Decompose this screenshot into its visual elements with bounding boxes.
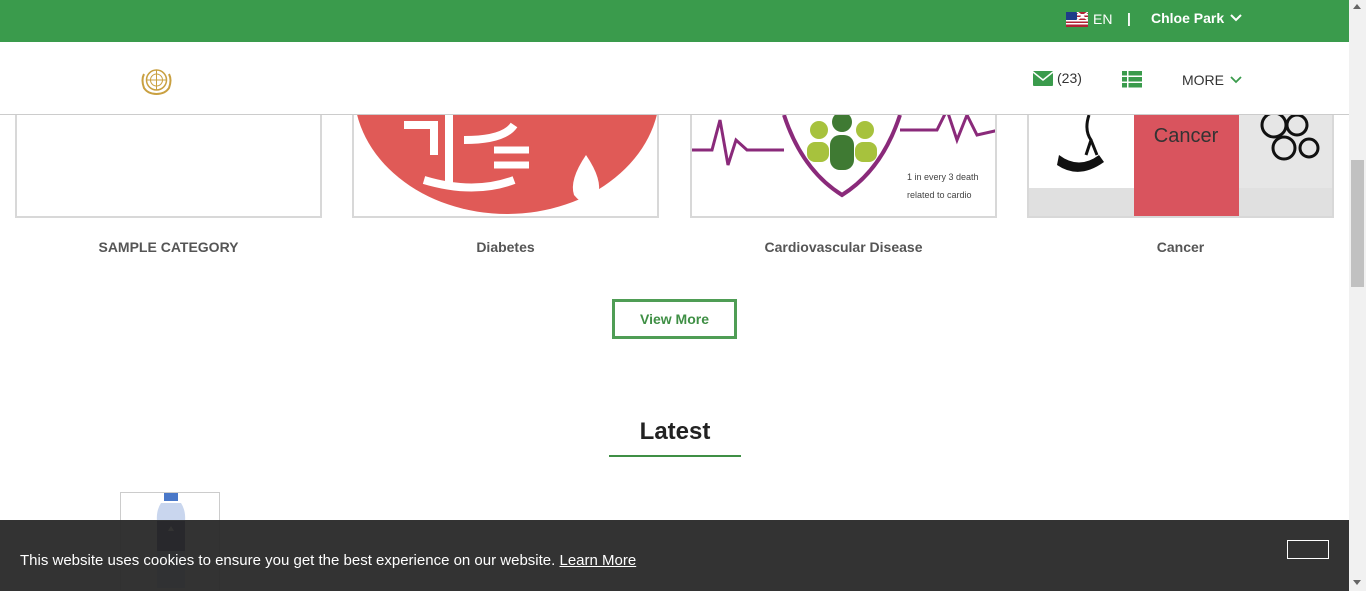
cancer-image: Cancer <box>1029 110 1332 216</box>
language-selector[interactable]: EN <box>1066 11 1112 27</box>
category-card-diabetes[interactable] <box>352 110 659 218</box>
us-uk-flag-icon <box>1066 11 1088 27</box>
scrollbar-thumb[interactable] <box>1351 160 1364 287</box>
messages-link[interactable]: (23) <box>1033 70 1082 86</box>
category-label[interactable]: Cardiovascular Disease <box>690 239 997 255</box>
envelope-icon[interactable] <box>1033 70 1053 86</box>
message-count[interactable]: (23) <box>1057 70 1082 86</box>
cookie-banner: This website uses cookies to ensure you … <box>0 520 1349 591</box>
learn-more-link[interactable]: Learn More <box>559 552 636 569</box>
diabetes-image <box>354 110 657 216</box>
view-more-button[interactable]: View More <box>612 299 737 339</box>
category-label[interactable]: Cancer <box>1027 239 1334 255</box>
chevron-down-icon[interactable] <box>1230 14 1242 22</box>
list-icon[interactable] <box>1122 71 1142 88</box>
cardio-image-text-2: related to cardio <box>907 190 972 200</box>
scroll-down-arrow-icon[interactable] <box>1353 580 1361 585</box>
cancer-image-text: Cancer <box>1154 125 1219 147</box>
cookie-accept-button[interactable] <box>1287 540 1329 559</box>
category-label[interactable]: Diabetes <box>352 239 659 255</box>
cookie-message: This website uses cookies to ensure you … <box>20 552 636 569</box>
user-name[interactable]: Chloe Park <box>1151 10 1224 26</box>
more-label[interactable]: MORE <box>1182 72 1224 88</box>
top-bar: EN | Chloe Park <box>0 0 1349 42</box>
more-menu[interactable]: MORE <box>1182 72 1242 88</box>
topbar-separator: | <box>1127 10 1131 26</box>
category-label[interactable]: SAMPLE CATEGORY <box>15 239 322 255</box>
page-scrollbar[interactable] <box>1349 0 1366 591</box>
user-menu[interactable]: Chloe Park <box>1151 10 1242 26</box>
language-label[interactable]: EN <box>1093 11 1112 27</box>
cookie-message-text: This website uses cookies to ensure you … <box>20 552 556 569</box>
scroll-up-arrow-icon[interactable] <box>1353 4 1361 9</box>
category-card-sample[interactable] <box>15 110 322 218</box>
latest-heading: Latest <box>639 418 711 445</box>
un-emblem-logo[interactable] <box>139 64 174 96</box>
cardiovascular-image: 1 in every 3 death related to cardio <box>692 110 995 216</box>
chevron-down-icon[interactable] <box>1230 76 1242 84</box>
cardio-image-text-1: 1 in every 3 death <box>907 172 979 182</box>
category-card-cancer[interactable]: Cancer <box>1027 110 1334 218</box>
category-card-cardiovascular[interactable]: 1 in every 3 death related to cardio <box>690 110 997 218</box>
latest-underline <box>609 455 741 457</box>
main-navbar: (23) MORE <box>0 42 1349 115</box>
